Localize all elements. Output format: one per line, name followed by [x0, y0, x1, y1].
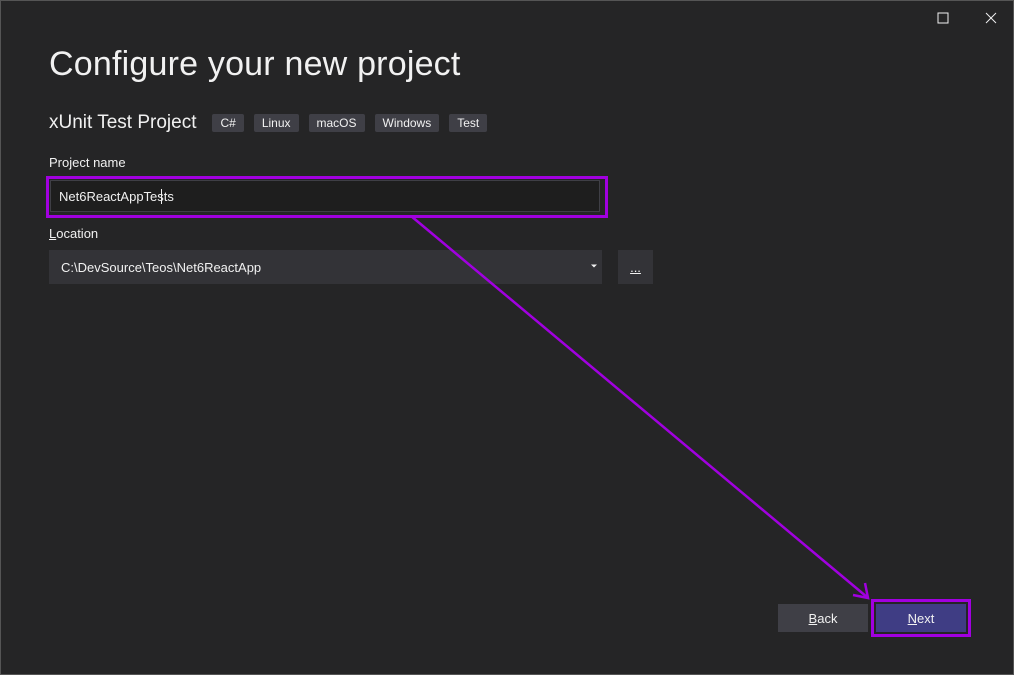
annotation-arrow — [410, 215, 870, 600]
tag-macos: macOS — [308, 114, 365, 132]
tag-linux: Linux — [253, 114, 299, 132]
location-combobox[interactable]: C:\DevSource\Teos\Net6ReactApp — [49, 250, 602, 284]
template-name: xUnit Test Project — [49, 112, 197, 133]
page-title: Configure your new project — [49, 45, 461, 83]
maximize-button[interactable] — [929, 7, 957, 29]
browse-label: ... — [630, 259, 641, 275]
location-value: C:\DevSource\Teos\Net6ReactApp — [61, 259, 262, 275]
template-info: xUnit Test Project C# Linux macOS Window… — [49, 111, 497, 135]
tag-windows: Windows — [374, 114, 440, 132]
location-label-rest: ocation — [56, 226, 99, 241]
configure-project-window: Configure your new project xUnit Test Pr… — [0, 0, 1014, 675]
close-button[interactable] — [977, 7, 1005, 29]
chevron-down-icon[interactable] — [590, 263, 598, 269]
next-access-key: N — [907, 610, 918, 626]
project-name-label: Project name — [49, 155, 126, 170]
back-label-rest: ack — [817, 610, 838, 626]
tag-test: Test — [449, 114, 488, 132]
text-caret — [161, 189, 162, 204]
back-access-key: B — [808, 610, 818, 626]
project-name-input[interactable] — [50, 180, 600, 212]
next-button[interactable]: Next — [876, 604, 966, 632]
next-label-rest: ext — [917, 610, 935, 626]
maximize-icon — [937, 12, 949, 24]
back-button[interactable]: Back — [778, 604, 868, 632]
browse-button[interactable]: ... — [618, 250, 653, 284]
location-label: Location — [49, 226, 98, 241]
close-icon — [985, 12, 997, 24]
tag-csharp: C# — [212, 114, 244, 132]
